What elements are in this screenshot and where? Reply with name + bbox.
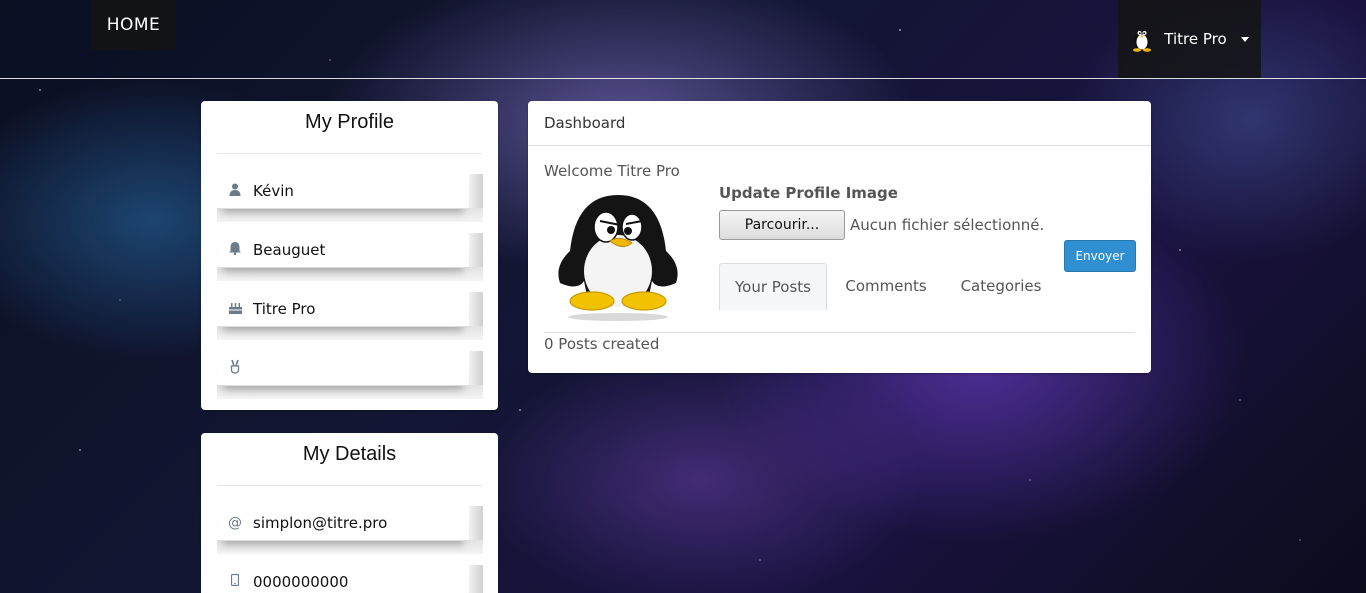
tux-penguin-icon — [1133, 30, 1152, 52]
user-menu-toggle[interactable]: Titre Pro — [1118, 0, 1261, 78]
no-file-selected-text: Aucun fichier sélectionné. — [850, 216, 1045, 234]
welcome-text: Welcome Titre Pro — [544, 162, 680, 180]
dashboard-panel: Dashboard Welcome Titre Pro Update Profi… — [528, 101, 1151, 373]
profile-item-extra — [217, 331, 483, 399]
mobile-icon — [217, 573, 253, 590]
email-value: simplon@titre.pro — [253, 514, 388, 532]
profile-item-firstname: Kévin — [217, 154, 483, 222]
tab-categories-label: Categories — [960, 277, 1042, 295]
victory-hand-icon — [217, 359, 253, 378]
update-image-label: Update Profile Image — [719, 184, 898, 202]
home-link[interactable]: HOME — [91, 0, 176, 50]
tabs-divider — [544, 332, 1135, 333]
birthday-cake-icon — [217, 301, 253, 318]
user-icon — [217, 183, 253, 200]
dashboard-title: Dashboard — [544, 114, 626, 132]
tab-categories[interactable]: Categories — [947, 263, 1055, 309]
firstname-value: Kévin — [253, 182, 294, 200]
profile-panel-title: My Profile — [217, 101, 482, 154]
top-navbar: HOME Titre Pro — [0, 0, 1366, 79]
profile-image — [558, 195, 678, 321]
dashboard-tabs: Your Posts Comments Categories — [719, 263, 1135, 310]
details-panel-title: My Details — [217, 433, 482, 486]
phone-value: 0000000000 — [253, 573, 349, 591]
caret-down-icon — [1240, 36, 1249, 42]
dashboard-header: Dashboard — [528, 101, 1151, 146]
tab-your-posts[interactable]: Your Posts — [719, 263, 827, 310]
details-item-phone: 0000000000 — [217, 545, 483, 593]
profile-item-title: Titre Pro — [217, 272, 483, 340]
details-panel: My Details @ simplon@titre.pro 000000000… — [201, 433, 498, 593]
tab-comments[interactable]: Comments — [831, 263, 941, 309]
submit-label: Envoyer — [1075, 249, 1125, 263]
profile-panel: My Profile Kévin Beauguet Titre Pro — [201, 101, 498, 410]
user-name: Titre Pro — [1164, 30, 1227, 48]
tab-comments-label: Comments — [845, 277, 927, 295]
lastname-value: Beauguet — [253, 241, 326, 259]
profile-item-lastname: Beauguet — [217, 213, 483, 281]
posts-count: 0 Posts created — [544, 335, 660, 353]
tab-your-posts-label: Your Posts — [735, 278, 811, 296]
home-label: HOME — [106, 15, 161, 35]
title-value: Titre Pro — [253, 300, 316, 318]
file-browse-button[interactable]: Parcourir... — [719, 210, 845, 240]
browse-label: Parcourir... — [744, 217, 820, 233]
at-icon: @ — [228, 515, 242, 531]
bell-icon — [217, 241, 253, 259]
details-item-email: @ simplon@titre.pro — [217, 486, 483, 554]
